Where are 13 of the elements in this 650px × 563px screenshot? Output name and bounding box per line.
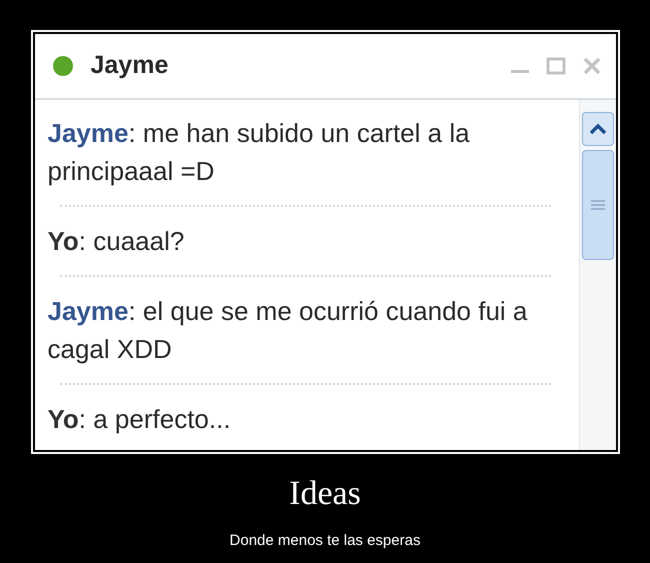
chat-message: Jayme: el que se me ocurrió cuando fui a cagal XDD [48, 295, 528, 366]
scroll-up-button[interactable] [582, 112, 614, 146]
window-title: Jayme [90, 50, 168, 82]
close-icon[interactable] [582, 56, 602, 76]
chevron-up-icon [588, 123, 606, 135]
maximize-icon[interactable] [546, 56, 566, 76]
poster-subtitle: Donde menos te las esperas [230, 531, 420, 551]
poster-title: Ideas [289, 474, 361, 514]
chat-message: Yo: a perfecto... [48, 403, 232, 436]
scroll-thumb[interactable] [582, 150, 614, 260]
chat-message: Yo: cuaaal? [48, 225, 186, 258]
grip-icon [590, 199, 604, 211]
chat-message: Jayme: me han subido un cartel a la principaaal =D [48, 117, 471, 188]
